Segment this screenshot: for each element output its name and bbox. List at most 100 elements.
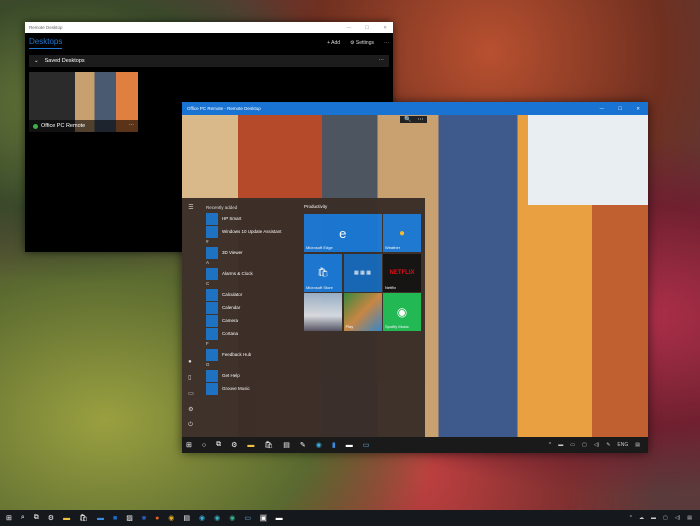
- cmd-icon[interactable]: ▬: [346, 442, 353, 449]
- start-button[interactable]: ⊞: [186, 441, 192, 449]
- user-icon[interactable]: ●: [188, 359, 194, 365]
- tile-weather[interactable]: ●Weather: [383, 214, 421, 252]
- add-button[interactable]: + Add: [327, 40, 340, 46]
- documents-icon[interactable]: ▯: [188, 374, 194, 381]
- tile-photos[interactable]: [304, 293, 342, 331]
- phone-icon[interactable]: ▮: [332, 441, 336, 449]
- remote-session-icon[interactable]: ▣: [260, 514, 267, 522]
- tile-spotify[interactable]: ◉Spotify Music: [383, 293, 421, 331]
- start-button[interactable]: ⊞: [6, 514, 12, 522]
- volume-icon[interactable]: ◁): [594, 442, 600, 448]
- tile-play[interactable]: Play: [344, 293, 382, 331]
- word-icon[interactable]: ■: [142, 515, 146, 522]
- file-explorer-icon[interactable]: ▬: [247, 442, 254, 449]
- onedrive-icon[interactable]: ☁: [639, 515, 644, 521]
- terminal-icon[interactable]: ▤: [283, 441, 290, 449]
- settings-button[interactable]: ⚙ Settings: [350, 40, 374, 46]
- start-rail: ☰ ● ▯ ▭ ⚙ ⏻: [182, 198, 200, 437]
- store-icon[interactable]: 🛍: [264, 441, 273, 449]
- app-list-item[interactable]: Windows 10 Update Assistant: [206, 225, 306, 238]
- hamburger-icon[interactable]: ☰: [188, 204, 193, 211]
- section-header[interactable]: F: [206, 340, 306, 348]
- mail-icon[interactable]: ▬: [97, 515, 104, 522]
- minimize-button[interactable]: —: [600, 106, 605, 112]
- app-list-item[interactable]: 3D Viewer: [206, 246, 306, 259]
- section-header[interactable]: G: [206, 361, 306, 369]
- more-button[interactable]: ⋯: [417, 116, 423, 123]
- tile-office-apps[interactable]: ▦ ▦ ▦: [344, 254, 382, 292]
- app-list-item[interactable]: HP Smart: [206, 212, 306, 225]
- photos-icon[interactable]: ▨: [126, 514, 133, 522]
- section-header[interactable]: #: [206, 238, 306, 246]
- app-list-item[interactable]: Groove Music: [206, 382, 306, 395]
- cmd-icon[interactable]: ▬: [276, 515, 283, 522]
- task-view-icon[interactable]: ⧉: [34, 514, 39, 522]
- close-button[interactable]: ✕: [383, 25, 387, 31]
- maximize-button[interactable]: ☐: [618, 106, 622, 112]
- desktop-name: Office PC Remote: [41, 123, 85, 129]
- nav-title-desktops[interactable]: Desktops: [29, 37, 62, 49]
- edge-beta-icon[interactable]: ◉: [214, 514, 220, 522]
- more-button[interactable]: ⋯: [129, 123, 135, 129]
- section-header[interactable]: A: [206, 259, 306, 267]
- app-list-item[interactable]: Calendar: [206, 301, 306, 314]
- battery-icon[interactable]: ▭: [570, 442, 575, 448]
- language-indicator[interactable]: ENG: [617, 442, 628, 448]
- app-list-item[interactable]: Alarms & Clock: [206, 267, 306, 280]
- app-list-item[interactable]: Cortana: [206, 327, 306, 340]
- chrome-icon[interactable]: ◉: [168, 514, 174, 522]
- power-icon[interactable]: ⏻: [188, 422, 194, 429]
- desktop-tile-office-pc[interactable]: Office PC Remote ⋯: [29, 72, 138, 132]
- settings-icon[interactable]: ⚙: [231, 441, 237, 449]
- settings-icon[interactable]: ⚙: [48, 514, 54, 522]
- more-button[interactable]: ⋯: [384, 40, 389, 46]
- tile-group-title: Productivity: [304, 204, 327, 209]
- more-button[interactable]: ⋯: [379, 58, 385, 64]
- app-list-item[interactable]: Camera: [206, 314, 306, 327]
- tile-microsoft-store[interactable]: 🛍Microsoft Store: [304, 254, 342, 292]
- app-list-item[interactable]: Feedback Hub: [206, 348, 306, 361]
- app-icon: [206, 315, 218, 327]
- app-list-item[interactable]: Get Help: [206, 369, 306, 382]
- remote-desktop-app-icon[interactable]: ▭: [244, 514, 251, 522]
- app-list-item[interactable]: Calculator: [206, 288, 306, 301]
- notifications-icon[interactable]: ▤: [635, 442, 640, 448]
- outlook-icon[interactable]: ■: [113, 515, 117, 522]
- app-icon: [206, 226, 218, 238]
- pen-icon[interactable]: ✎: [606, 442, 610, 448]
- display-icon[interactable]: ▢: [663, 515, 668, 521]
- store-icon[interactable]: 🛍: [79, 514, 88, 522]
- tile-microsoft-edge[interactable]: eMicrosoft Edge: [304, 214, 382, 252]
- edge-icon[interactable]: ◉: [199, 514, 205, 522]
- zoom-icon[interactable]: 🔍: [404, 116, 411, 123]
- app-icon: [206, 247, 218, 259]
- edge-dev-icon[interactable]: ◉: [229, 514, 235, 522]
- notifications-icon[interactable]: ▤: [687, 515, 692, 521]
- settings-icon[interactable]: ⚙: [188, 406, 194, 413]
- cortana-icon[interactable]: ○: [202, 442, 206, 449]
- title-bar[interactable]: Office PC Remote - Remote Desktop —☐✕: [182, 102, 648, 115]
- display-icon[interactable]: ▢: [582, 442, 587, 448]
- app-icon: [206, 349, 218, 361]
- close-button[interactable]: ✕: [636, 106, 640, 112]
- chevron-up-icon[interactable]: ^: [630, 515, 632, 521]
- pictures-icon[interactable]: ▭: [188, 390, 194, 397]
- maximize-button[interactable]: ☐: [365, 25, 369, 31]
- minimize-button[interactable]: —: [347, 25, 352, 31]
- remote-desktop-icon[interactable]: ▭: [363, 441, 370, 449]
- chevron-up-icon[interactable]: ^: [549, 442, 551, 448]
- tile-netflix[interactable]: NETFLIXNetflix: [383, 254, 421, 292]
- paint-icon[interactable]: ✎: [300, 441, 306, 449]
- file-explorer-icon[interactable]: ▬: [63, 515, 70, 522]
- terminal-icon[interactable]: ▤: [183, 514, 190, 522]
- search-icon[interactable]: ⌕: [21, 514, 25, 522]
- title-bar[interactable]: Remote Desktop —☐✕: [25, 22, 393, 33]
- firefox-icon[interactable]: ●: [155, 515, 159, 522]
- edge-icon[interactable]: ◉: [316, 441, 322, 449]
- volume-icon[interactable]: ◁): [675, 515, 681, 521]
- section-header[interactable]: C: [206, 280, 306, 288]
- task-view-icon[interactable]: ⧉: [216, 441, 221, 449]
- saved-desktops-header[interactable]: ⌄ Saved Desktops ⋯: [29, 55, 389, 67]
- network-icon[interactable]: ▬: [651, 515, 656, 521]
- network-icon[interactable]: ▬: [558, 442, 563, 448]
